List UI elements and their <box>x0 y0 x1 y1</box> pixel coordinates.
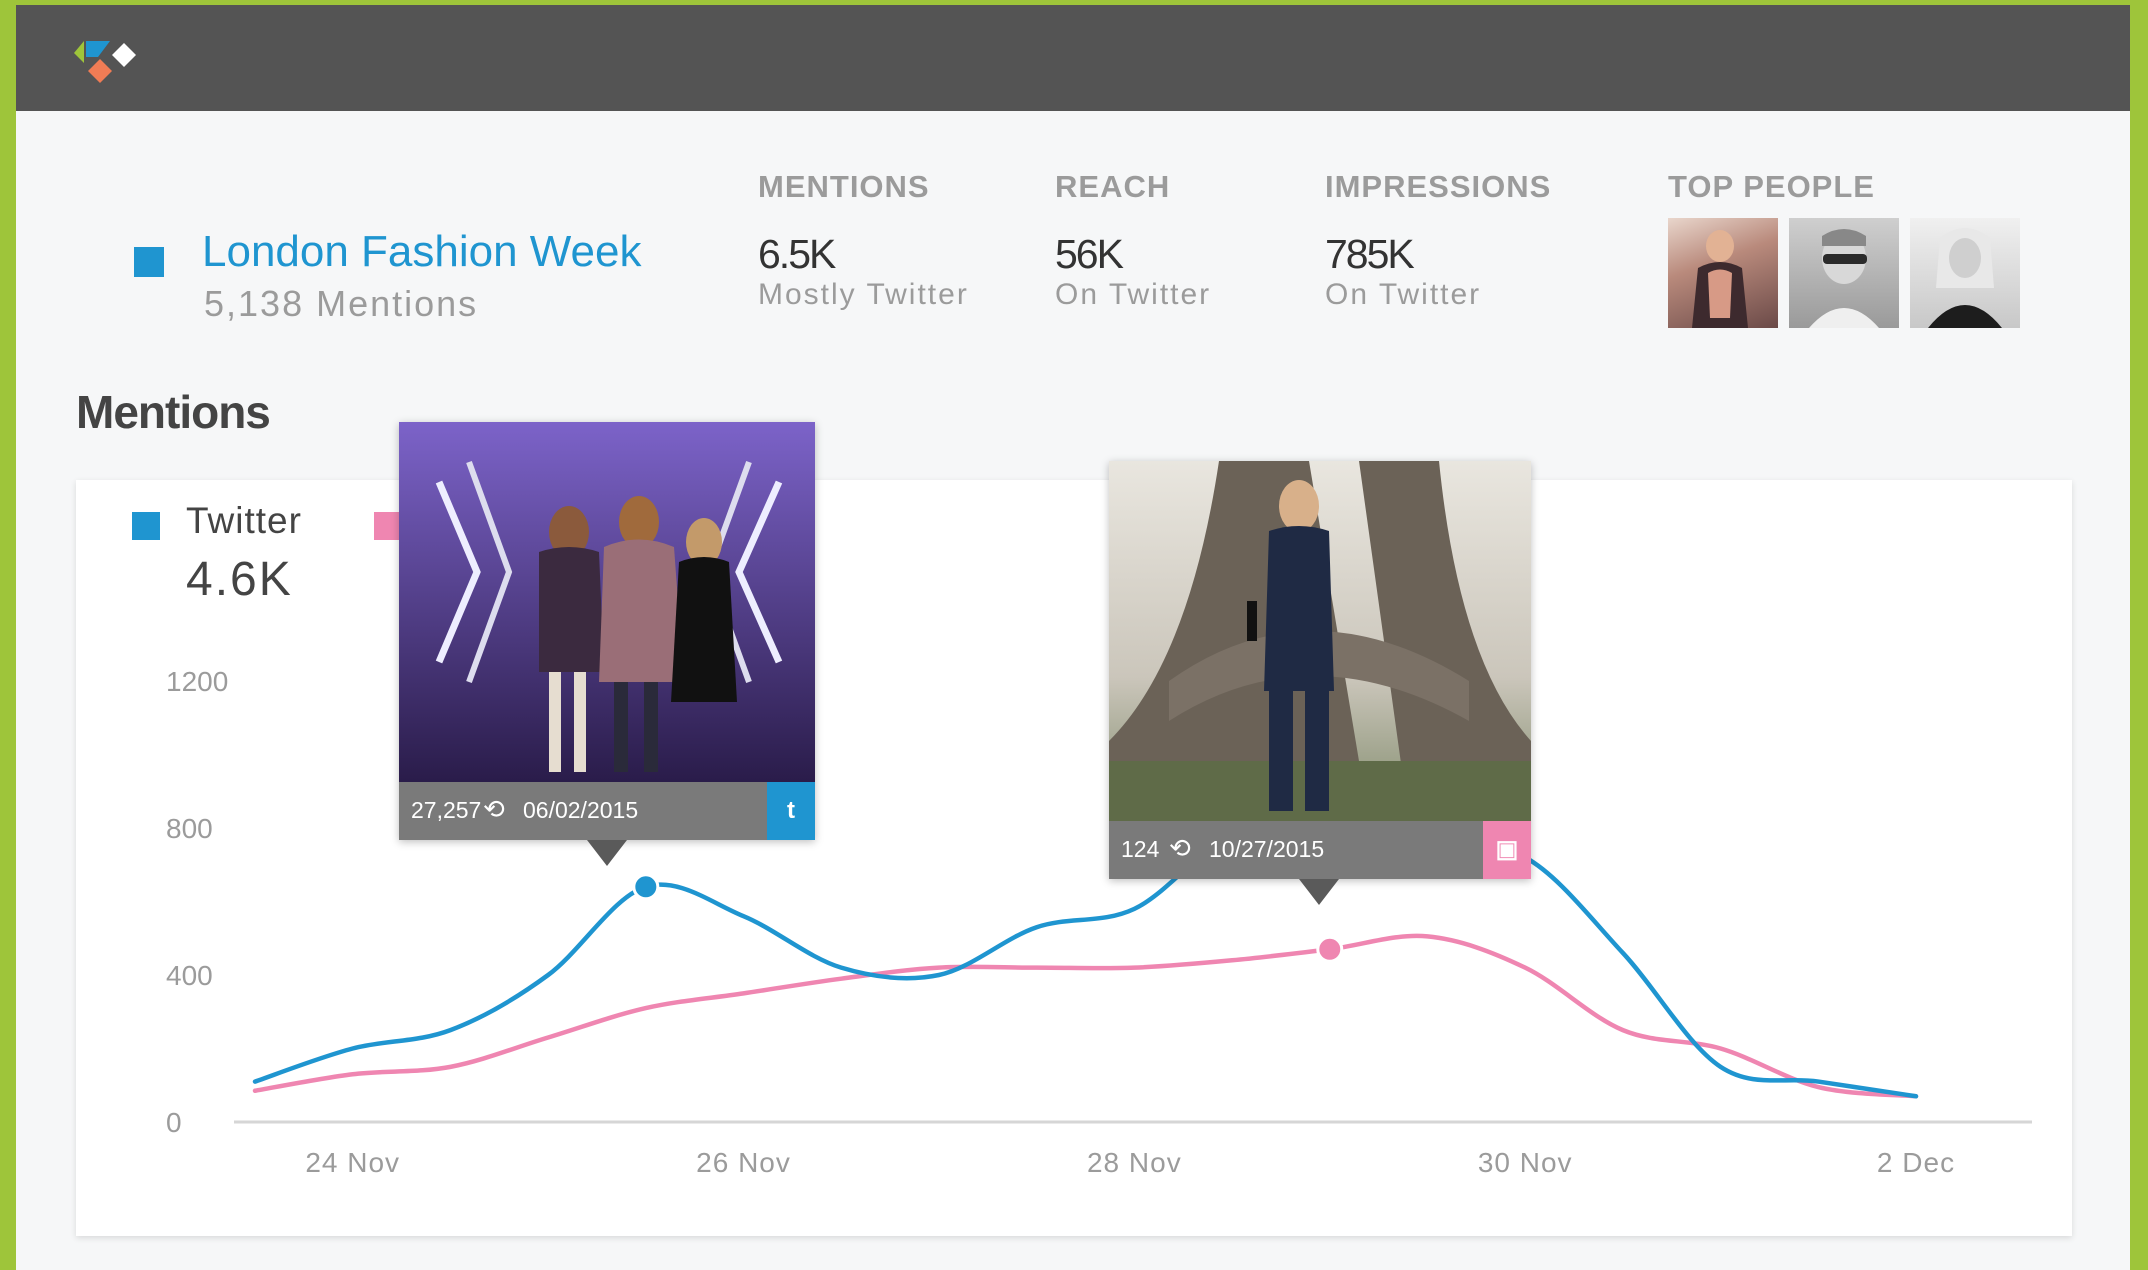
metric-mentions: MENTIONS 6.5K Mostly Twitter <box>758 169 969 312</box>
metric-label: MENTIONS <box>758 169 930 204</box>
top-people-avatars <box>1668 218 2020 328</box>
highlight-point <box>1316 935 1344 963</box>
y-tick-label: 0 <box>166 1107 182 1138</box>
person-avatar[interactable] <box>1668 218 1778 328</box>
top-bar <box>16 5 2130 111</box>
top-people: TOP PEOPLE <box>1668 169 1875 205</box>
post-date: 06/02/2015 <box>523 797 639 823</box>
y-tick-label: 400 <box>166 960 213 991</box>
post-card-instagram[interactable]: 124 ⟲ 10/27/2015 ▣ <box>1109 461 1531 879</box>
mentions-line-chart: 0 400 800 1200 24 Nov 26 Nov 28 Nov 30 Nov 2 Dec <box>166 666 2032 1178</box>
x-tick-label: 28 Nov <box>1087 1147 1182 1178</box>
post-footer: 124 ⟲ 10/27/2015 ▣ <box>1109 821 1531 879</box>
post-pointer <box>587 840 627 866</box>
metric-sub: Mostly Twitter <box>758 278 969 311</box>
metric-reach: REACH 56K On Twitter <box>1055 169 1211 312</box>
metric-label: IMPRESSIONS <box>1325 169 1552 204</box>
metric-value: 785K <box>1325 231 1415 277</box>
metric-impressions: IMPRESSIONS 785K On Twitter <box>1325 169 1551 312</box>
highlight-point <box>632 873 660 901</box>
person-avatar[interactable] <box>1910 218 2020 328</box>
x-tick-label: 26 Nov <box>696 1147 791 1178</box>
series-line-twitter <box>252 823 1919 1099</box>
post-photo <box>399 422 815 782</box>
event-title[interactable]: London Fashion Week <box>202 227 641 277</box>
x-tick-label: 24 Nov <box>305 1147 400 1178</box>
mentions-chart-card: Twitter 4.6K 0 400 800 1200 24 Nov 26 Nov 28 N… <box>76 480 2072 1236</box>
x-tick-label: 30 Nov <box>1478 1147 1573 1178</box>
metric-sub: On Twitter <box>1325 278 1482 311</box>
series-line-instagram <box>252 933 1919 1099</box>
retweet-icon: ⟲ <box>483 794 505 824</box>
top-people-label: TOP PEOPLE <box>1668 169 1875 204</box>
event-color-square <box>134 247 164 277</box>
event-mentions-count: 5,138 Mentions <box>204 283 479 324</box>
section-title: Mentions <box>76 386 271 438</box>
post-pointer <box>1299 879 1339 905</box>
post-photo <box>1109 461 1531 821</box>
app-frame: London Fashion Week 5,138 Mentions MENTI… <box>16 5 2130 1270</box>
post-retweet-count: 124 <box>1121 836 1160 862</box>
metric-sub: On Twitter <box>1055 278 1212 311</box>
retweet-icon: ⟲ <box>1169 833 1191 863</box>
metric-label: REACH <box>1055 169 1171 204</box>
x-tick-label: 2 Dec <box>1877 1147 1955 1178</box>
post-card-twitter[interactable]: 27,257 ⟲ 06/02/2015 t <box>399 422 815 840</box>
instagram-icon[interactable]: ▣ <box>1483 821 1531 879</box>
person-avatar[interactable] <box>1789 218 1899 328</box>
metric-value: 6.5K <box>758 231 836 277</box>
kaleidoscope-logo-icon[interactable] <box>70 33 140 93</box>
post-date: 10/27/2015 <box>1209 836 1325 862</box>
y-tick-label: 1200 <box>166 666 228 697</box>
post-footer: 27,257 ⟲ 06/02/2015 t <box>399 782 815 840</box>
twitter-icon[interactable]: t <box>767 782 815 840</box>
post-retweet-count: 27,257 <box>411 797 482 823</box>
y-tick-label: 800 <box>166 813 213 844</box>
metric-value: 56K <box>1055 231 1124 277</box>
